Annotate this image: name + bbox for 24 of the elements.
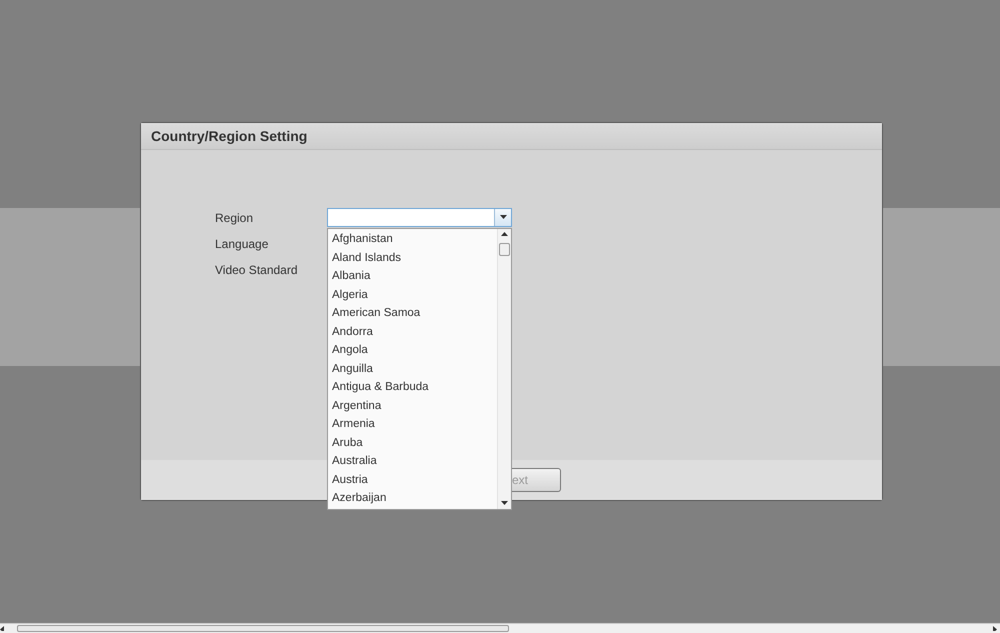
dropdown-option[interactable]: Albania — [328, 267, 497, 286]
dropdown-option[interactable]: Aruba — [328, 434, 497, 452]
dropdown-option[interactable]: American Samoa — [328, 304, 497, 322]
dropdown-option[interactable]: Azerbaijan — [328, 489, 497, 508]
dropdown-option[interactable]: Anguilla — [328, 360, 497, 378]
dropdown-option[interactable]: Angola — [328, 341, 497, 360]
field-label: Language — [215, 236, 270, 250]
field-label: Video Standard — [215, 262, 299, 276]
scroll-left-icon — [0, 626, 7, 631]
scrollbar-thumb[interactable] — [499, 243, 510, 256]
scroll-up-icon — [501, 232, 508, 237]
dropdown-option[interactable]: Antigua & Barbuda — [328, 378, 497, 396]
region-dropdown[interactable] — [327, 208, 512, 227]
dialog-title: Country/Region Setting — [151, 128, 308, 144]
dropdown-option[interactable]: Argentina — [328, 396, 497, 415]
dropdown-option[interactable]: Austria — [328, 470, 497, 489]
dropdown-option[interactable]: Andorra — [328, 322, 497, 341]
dropdown-option[interactable]: Aland Islands — [328, 248, 497, 267]
field-label: Region — [215, 210, 254, 224]
dropdown-option[interactable]: Australia — [328, 452, 497, 470]
dropdown-option[interactable]: Algeria — [328, 286, 497, 304]
caret-icon — [500, 215, 506, 220]
dropdown-option[interactable]: Afghanistan — [328, 230, 497, 248]
dropdown-option[interactable]: Armenia — [328, 415, 497, 434]
